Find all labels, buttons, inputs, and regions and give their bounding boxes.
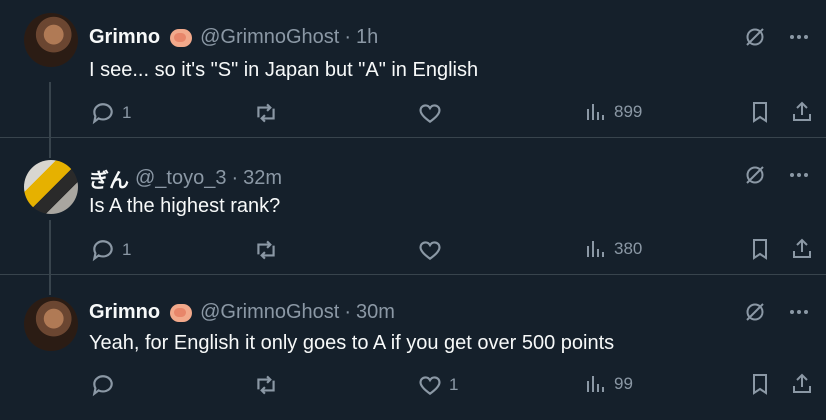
- share-button[interactable]: [790, 372, 814, 396]
- avatar[interactable]: [24, 297, 78, 351]
- timestamp[interactable]: 32m: [243, 167, 282, 190]
- reply-count: 1: [122, 103, 132, 122]
- like-button[interactable]: 1: [417, 372, 458, 398]
- retweet-icon: [257, 103, 275, 123]
- tweet-text: Is A the highest rank?: [89, 195, 281, 217]
- views-button[interactable]: 899: [584, 100, 642, 124]
- heart-icon: [419, 241, 441, 260]
- tweet-header: Grimno @GrimnoGhost · 30m: [89, 301, 395, 324]
- bookmark-button[interactable]: [748, 372, 772, 396]
- reply-count: 1: [122, 240, 132, 259]
- share-icon: [793, 373, 811, 393]
- retweet-icon: [257, 240, 275, 260]
- reply-icon: [92, 375, 113, 397]
- bookmark-button[interactable]: [748, 100, 772, 124]
- like-button[interactable]: [417, 237, 449, 263]
- user-handle[interactable]: @_toyo_3: [135, 167, 226, 190]
- timestamp[interactable]: 30m: [356, 301, 395, 324]
- share-icon: [793, 238, 811, 258]
- like-count: 1: [449, 375, 459, 394]
- user-handle[interactable]: @GrimnoGhost: [200, 301, 339, 324]
- display-name[interactable]: ぎん: [89, 164, 129, 193]
- views-button[interactable]: 380: [584, 237, 642, 261]
- bookmark-icon: [753, 239, 767, 260]
- retweet-icon: [257, 375, 275, 395]
- tweet-actions: 1 380: [0, 237, 826, 267]
- like-button[interactable]: [417, 100, 449, 126]
- retweet-button[interactable]: [253, 100, 285, 126]
- emoji-icon: [170, 303, 193, 322]
- tweet-text: Yeah, for English it only goes to A if y…: [89, 332, 615, 354]
- avatar[interactable]: [24, 13, 78, 67]
- tweet-header: ぎん @_toyo_3 · 32m: [89, 164, 282, 193]
- view-count: 899: [614, 102, 643, 121]
- timestamp[interactable]: 1h: [356, 26, 378, 49]
- tweet-header: Grimno @GrimnoGhost · 1h: [89, 26, 378, 49]
- view-count: 99: [614, 374, 633, 393]
- tweet-text: I see... so it's "S" in Japan but "A" in…: [89, 59, 479, 81]
- more-options-icon[interactable]: [786, 24, 812, 50]
- thread-line: [49, 138, 51, 158]
- tweet[interactable]: ぎん @_toyo_3 · 32m Is A the highest rank?…: [0, 137, 826, 275]
- display-name[interactable]: Grimno: [89, 26, 160, 49]
- analytics-icon: [587, 376, 604, 392]
- grok-icon[interactable]: [742, 162, 768, 188]
- tweet[interactable]: Grimno @GrimnoGhost · 1h I see... so it'…: [0, 0, 826, 137]
- heart-icon: [419, 376, 441, 395]
- tweet-actions: 1 99: [0, 372, 826, 402]
- retweet-button[interactable]: [253, 372, 285, 398]
- retweet-button[interactable]: [253, 237, 285, 263]
- analytics-icon: [587, 241, 604, 257]
- view-count: 380: [614, 239, 643, 258]
- more-options-icon[interactable]: [786, 162, 812, 188]
- separator-dot: ·: [344, 26, 352, 48]
- emoji-icon: [170, 28, 193, 47]
- thread-line: [49, 275, 51, 295]
- user-handle[interactable]: @GrimnoGhost: [200, 26, 339, 49]
- reply-button[interactable]: 1: [90, 100, 131, 126]
- more-options-icon[interactable]: [786, 299, 812, 325]
- reply-icon: [92, 103, 113, 125]
- share-button[interactable]: [790, 100, 814, 124]
- separator-dot: ·: [231, 167, 239, 189]
- share-button[interactable]: [790, 237, 814, 261]
- heart-icon: [419, 104, 441, 123]
- avatar[interactable]: [24, 160, 78, 214]
- bookmark-button[interactable]: [748, 237, 772, 261]
- grok-icon[interactable]: [742, 299, 768, 325]
- reply-button[interactable]: 1: [90, 237, 131, 263]
- tweet[interactable]: Grimno @GrimnoGhost · 30m Yeah, for Engl…: [0, 274, 826, 420]
- grok-icon[interactable]: [742, 24, 768, 50]
- views-button[interactable]: 99: [584, 372, 633, 396]
- reply-icon: [92, 240, 113, 262]
- display-name[interactable]: Grimno: [89, 301, 160, 324]
- bookmark-icon: [753, 374, 767, 395]
- reply-button[interactable]: [90, 372, 122, 398]
- separator-dot: ·: [344, 301, 352, 323]
- share-icon: [793, 101, 811, 121]
- analytics-icon: [587, 104, 604, 120]
- tweet-actions: 1 899: [0, 100, 826, 130]
- bookmark-icon: [753, 102, 767, 123]
